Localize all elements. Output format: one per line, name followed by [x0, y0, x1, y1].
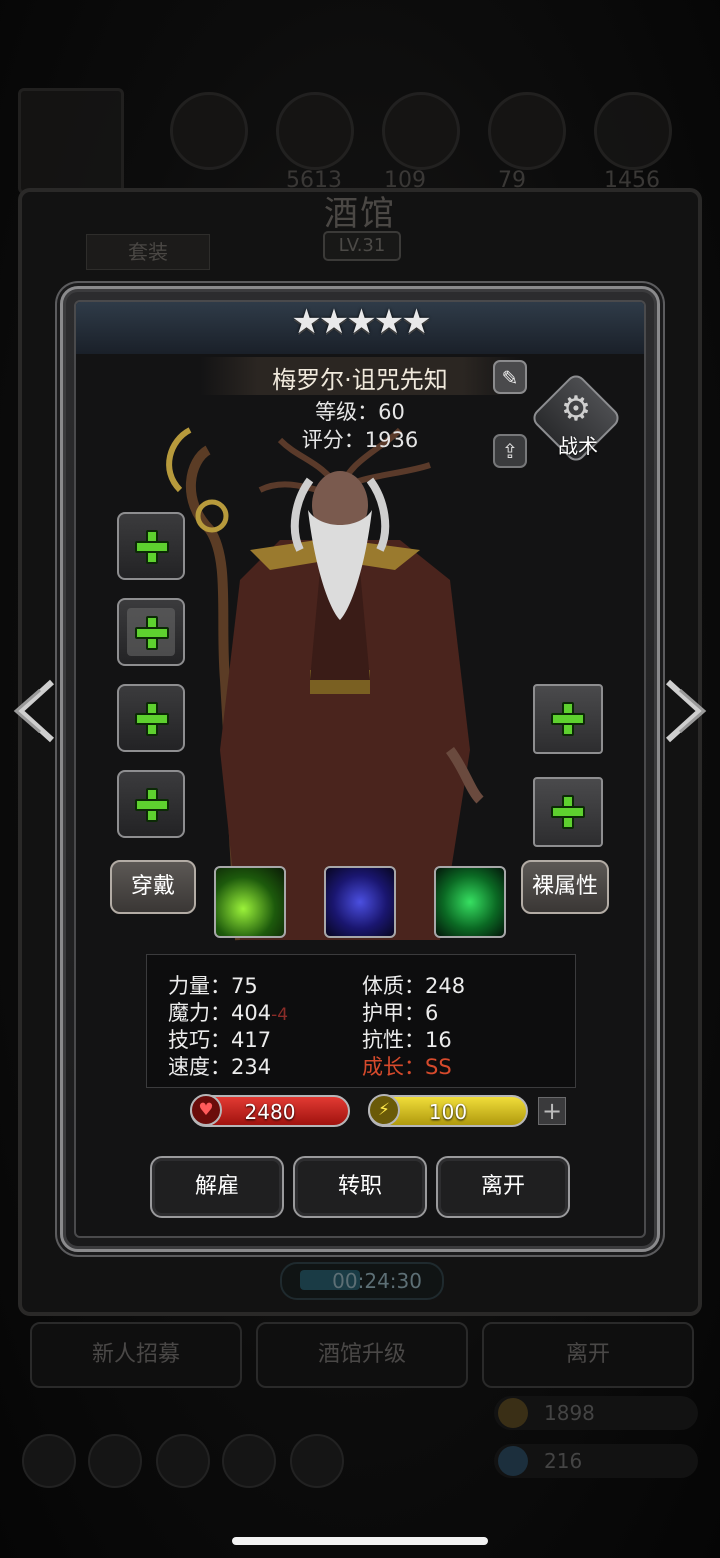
stat-magic: 魔力：404-4	[168, 997, 288, 1027]
bg-leave-button: 离开	[482, 1322, 694, 1388]
heart-icon: ♥	[190, 1094, 222, 1126]
chevron-left-icon	[13, 679, 55, 743]
star-rating: ★★★★★	[291, 302, 431, 342]
wear-button[interactable]: 穿戴	[110, 860, 196, 914]
stat-resistance: 抗性：16	[362, 1028, 452, 1052]
stat-strength: 力量：75	[168, 974, 258, 998]
upload-icon: ⇪	[501, 439, 519, 463]
menu-icon	[156, 1434, 210, 1488]
tactics-label: 战术	[558, 434, 598, 458]
hero-name: 梅罗尔·诅咒先知	[272, 366, 448, 394]
resource-icon	[276, 92, 354, 170]
gem-amount: 216	[544, 1449, 583, 1473]
tavern-title: 酒馆	[324, 194, 396, 234]
resource-icon	[594, 92, 672, 170]
resource-icon	[170, 92, 248, 170]
coin-icon	[498, 1398, 528, 1428]
gear-icon: ⚙	[560, 389, 592, 429]
accessory-slot[interactable]	[117, 770, 185, 838]
tavern-level-badge: LV.31	[323, 231, 401, 261]
gold-amount: 1898	[544, 1401, 595, 1425]
gold-resource: 1898	[494, 1396, 698, 1430]
set-button: 套装	[86, 234, 210, 270]
stat-magic-value: 魔力：404	[168, 1001, 272, 1025]
accessory-slot[interactable]	[117, 684, 185, 752]
edit-name-button[interactable]: ✎	[493, 360, 527, 394]
home-indicator	[232, 1537, 488, 1545]
lightning-icon: ⚡	[368, 1094, 400, 1126]
add-icon	[135, 788, 169, 822]
skill-slot-1[interactable]	[214, 866, 286, 938]
stat-speed: 速度：234	[168, 1055, 272, 1079]
add-energy-button[interactable]: +	[538, 1097, 566, 1125]
add-icon	[551, 795, 585, 829]
resource-icon	[382, 92, 460, 170]
stat-skill: 技巧：417	[168, 1028, 272, 1052]
transfer-job-button[interactable]: 转职	[293, 1156, 427, 1218]
add-icon	[135, 530, 169, 564]
leave-button[interactable]: 离开	[436, 1156, 570, 1218]
tavern-timer: 00:24:30	[280, 1262, 444, 1300]
resource-icon	[488, 92, 566, 170]
new-recruit-button: 新人招募	[30, 1322, 242, 1388]
chevron-right-icon	[665, 679, 707, 743]
menu-icon	[222, 1434, 276, 1488]
gem-icon	[498, 1446, 528, 1476]
menu-icon	[88, 1434, 142, 1488]
gem-resource: 216	[494, 1444, 698, 1478]
weapon-slot[interactable]	[117, 512, 185, 580]
background-top-icons	[18, 88, 702, 194]
armor-slot[interactable]	[117, 598, 185, 666]
hero-portrait-icon	[18, 88, 124, 194]
tavern-upgrade-button: 酒馆升级	[256, 1322, 468, 1388]
stat-constitution: 体质：248	[362, 974, 466, 998]
share-button[interactable]: ⇪	[493, 434, 527, 468]
skill-slot-3[interactable]	[434, 866, 506, 938]
stat-growth: 成长：SS	[362, 1055, 452, 1079]
naked-attributes-button[interactable]: 裸属性	[521, 860, 609, 914]
menu-icon	[22, 1434, 76, 1488]
stat-magic-mod: -4	[271, 1005, 289, 1025]
pencil-icon: ✎	[501, 366, 519, 390]
previous-hero-arrow[interactable]	[10, 676, 62, 746]
dismiss-button[interactable]: 解雇	[150, 1156, 284, 1218]
skill-slot-2[interactable]	[324, 866, 396, 938]
ring-slot[interactable]	[533, 777, 603, 847]
stat-armor: 护甲：6	[362, 1001, 439, 1025]
add-icon	[135, 702, 169, 736]
timer-text: 00:24:30	[332, 1269, 422, 1293]
ring-slot[interactable]	[533, 684, 603, 754]
menu-icon	[290, 1434, 344, 1488]
add-icon	[551, 702, 585, 736]
add-icon	[135, 616, 169, 650]
next-hero-arrow[interactable]	[658, 676, 710, 746]
